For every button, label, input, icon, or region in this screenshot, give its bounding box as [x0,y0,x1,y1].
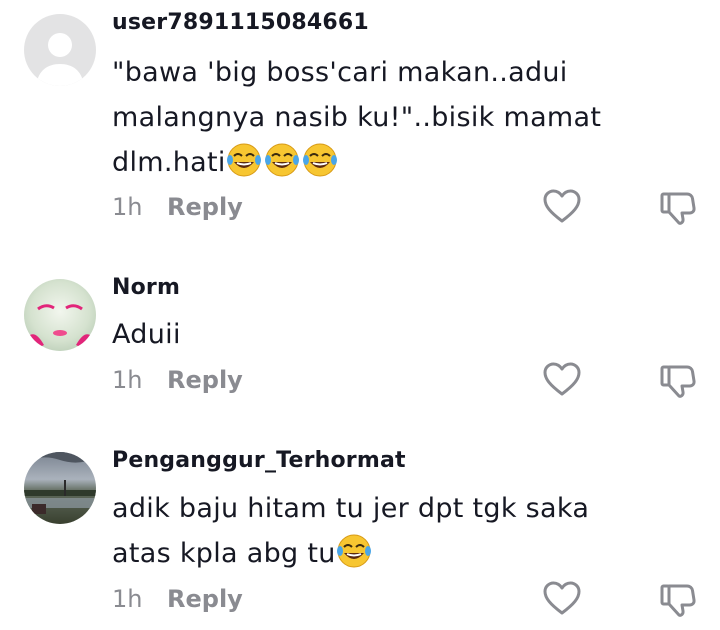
comment-time: 1h [112,366,143,394]
comment-text: Aduii [112,312,652,357]
reply-button[interactable]: Reply [167,366,243,394]
comment-text: "bawa 'big boss'cari makan..adui malangn… [112,50,652,185]
laughing-tears-emoji [226,142,262,178]
heart-outline-icon [543,362,581,396]
laughing-tears-emoji [264,142,300,178]
comment-text-body: Aduii [112,319,181,350]
default-user-icon [36,33,84,86]
avatar-placeholder[interactable] [24,14,96,86]
avatar[interactable] [24,279,96,351]
comment-username[interactable]: user7891115084661 [112,10,369,35]
like-button[interactable] [542,360,582,400]
comment-username[interactable]: Penganggur_Terhormat [112,448,406,473]
avatar[interactable] [24,452,96,524]
reply-button[interactable]: Reply [167,193,243,221]
avatar-photo [24,452,96,514]
thumbs-down-outline-icon [660,584,696,617]
laughing-tears-emoji [302,142,338,178]
thumbs-down-outline-icon [660,365,696,398]
dislike-button[interactable] [658,187,698,227]
thumbs-down-outline-icon [660,192,696,225]
avatar-photo [26,304,94,351]
comment-text-body: "bawa 'big boss'cari makan..adui malangn… [112,57,602,178]
heart-outline-icon [543,581,581,615]
comment-text: adik baju hitam tu jer dpt tgk saka atas… [112,486,652,576]
comment-meta: 1h Reply [112,193,243,221]
dislike-button[interactable] [658,360,698,400]
comment-username[interactable]: Norm [112,275,180,300]
like-button[interactable] [542,579,582,619]
laughing-tears-emoji [336,533,372,569]
comment-time: 1h [112,585,143,613]
dislike-button[interactable] [658,579,698,619]
comment-meta: 1h Reply [112,366,243,394]
reply-button[interactable]: Reply [167,585,243,613]
like-button[interactable] [542,187,582,227]
comment-time: 1h [112,193,143,221]
heart-outline-icon [543,189,581,223]
comment-meta: 1h Reply [112,585,243,613]
